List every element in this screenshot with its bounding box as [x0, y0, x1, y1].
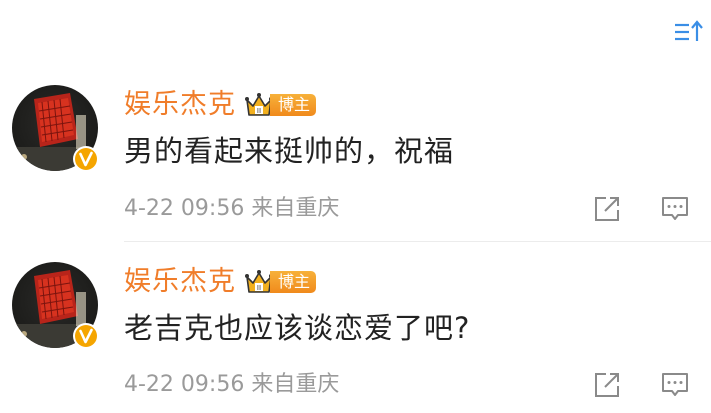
- author-name[interactable]: 娱乐杰克: [124, 265, 236, 299]
- comment-meta: 4-22 09:56 来自重庆: [124, 194, 339, 224]
- svg-text:II: II: [257, 284, 261, 292]
- comment-time: 4-22 09:56: [124, 196, 245, 221]
- blogger-badge: 博主: [270, 271, 317, 293]
- comment-text: 男的看起来挺帅的，祝福: [124, 134, 455, 168]
- blogger-badge: 博主: [270, 94, 317, 116]
- comment-location: 来自重庆: [251, 372, 340, 397]
- comment-location: 来自重庆: [251, 196, 340, 221]
- comment-meta: 4-22 09:56 来自重庆: [124, 370, 339, 400]
- share-icon[interactable]: [592, 370, 622, 400]
- share-icon[interactable]: [592, 194, 622, 224]
- comment-divider: [124, 241, 711, 242]
- author-row: 娱乐杰克 II 博主: [124, 88, 317, 122]
- comment-list-page: 娱乐杰克 II 博主 男的看起来挺帅的，祝福 4-22 09:56 来自重庆 娱…: [0, 0, 711, 413]
- author-row: 娱乐杰克 II 博主: [124, 265, 317, 299]
- verified-v-icon: [72, 145, 100, 173]
- comment-text: 老吉克也应该谈恋爱了吧?: [124, 311, 471, 345]
- svg-text:II: II: [257, 107, 261, 115]
- sort-icon[interactable]: [672, 18, 704, 46]
- verified-v-icon: [72, 322, 100, 350]
- reply-comment-icon[interactable]: [660, 370, 690, 400]
- comment-time: 4-22 09:56: [124, 372, 245, 397]
- reply-comment-icon[interactable]: [660, 194, 690, 224]
- author-name[interactable]: 娱乐杰克: [124, 88, 236, 122]
